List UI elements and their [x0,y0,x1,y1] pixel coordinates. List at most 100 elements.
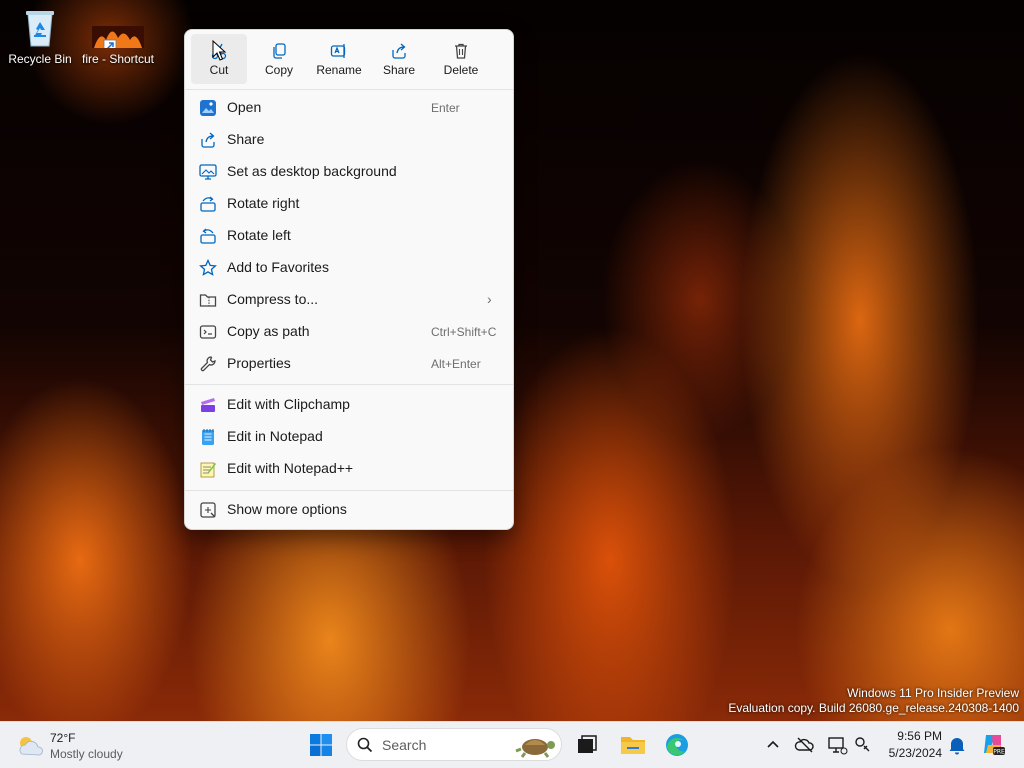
notepad-icon [202,429,214,445]
menu-item-edit-in-notepad[interactable]: Edit in Notepad [191,422,507,452]
clock-date: 5/23/2024 [888,746,942,760]
menu-item-label: Compress to... [227,291,319,307]
zip-folder-icon [199,294,217,307]
task-view-button[interactable] [572,730,602,760]
desktop-icon-label: Recycle Bin [8,52,72,66]
quick-actions-bar: Cut Copy Rename Share Delete [189,34,509,84]
menu-item-show-more-options[interactable]: Show more options [191,495,507,525]
file-explorer-button[interactable] [618,730,648,760]
menu-item-rotate-right[interactable]: Rotate right [191,189,507,219]
menu-item-label: Edit with Notepad++ [227,460,354,476]
chevron-up-icon [767,740,779,748]
copy-icon [273,43,286,59]
copy-button[interactable]: Copy [251,34,307,84]
menu-item-rotate-left[interactable]: Rotate left [191,221,507,251]
menu-item-label: Rotate right [227,195,300,211]
folder-icon [621,737,645,754]
share-icon [201,132,215,148]
wrench-icon [200,356,216,372]
network-icon [828,737,848,755]
clipchamp-icon [201,398,215,412]
watermark-line-2: Evaluation copy. Build 26080.ge_release.… [728,701,1019,715]
mouse-pointer-icon [212,40,227,61]
delete-label: Delete [443,63,479,77]
desktop-icon-recycle-bin[interactable]: Recycle Bin [4,6,76,66]
delete-button[interactable]: Delete [433,34,489,84]
share-icon [392,43,406,59]
show-hidden-icons-button[interactable] [762,734,784,756]
menu-item-shortcut: Alt+Enter [431,357,481,371]
windows-watermark: Windows 11 Pro Insider Preview Evaluatio… [728,686,1019,716]
clock-time: 9:56 PM [897,729,942,743]
copy-label: Copy [264,63,293,77]
copilot-button[interactable]: PRE [980,731,1006,757]
weather-temperature: 72°F [50,731,76,745]
weather-condition: Mostly cloudy [50,747,123,761]
taskbar-clock[interactable]: 9:56 PM 5/23/2024 [880,728,942,762]
share-button[interactable]: Share [371,34,427,84]
desktop-icon-fire-shortcut[interactable]: fire - Shortcut [78,6,158,66]
svg-text:PRE: PRE [993,749,1005,756]
cloudy-weather-icon [19,737,43,756]
menu-item-label: Properties [227,355,291,371]
photos-icon [200,100,216,116]
menu-item-label: Share [227,131,265,147]
notifications-button[interactable] [946,734,968,756]
cloud-offline-icon [794,737,814,753]
menu-item-compress-to[interactable]: Compress to... › [191,285,507,315]
menu-item-open[interactable]: Open Enter [191,93,507,123]
menu-divider [185,384,513,385]
menu-divider [185,490,513,491]
delete-icon [455,43,467,59]
menu-item-label: Edit with Clipchamp [227,396,350,412]
rotate-right-icon [200,196,216,212]
menu-divider [185,89,513,90]
menu-item-label: Add to Favorites [227,259,329,275]
menu-item-edit-with-notepad-plus-plus[interactable]: Edit with Notepad++ [191,454,507,484]
network-status[interactable] [826,734,848,756]
menu-item-label: Open [227,99,262,115]
menu-item-copy-as-path[interactable]: Copy as path Ctrl+Shift+C [191,317,507,347]
menu-item-label: Rotate left [227,227,291,243]
menu-item-label: Edit in Notepad [227,428,323,444]
share-label: Share [382,63,416,77]
menu-item-properties[interactable]: Properties Alt+Enter [191,349,507,379]
taskbar: 72°F Mostly cloudy Search 9:56 PM 5/23/2… [0,721,1024,768]
menu-item-shortcut: Ctrl+Shift+C [431,325,497,339]
weather-widget[interactable]: 72°F Mostly cloudy [14,728,144,764]
menu-item-label: Copy as path [227,323,310,339]
bell-icon [949,738,965,755]
copy-path-icon [199,325,217,339]
menu-item-shortcut: Enter [431,101,460,115]
weather-text: 72°F Mostly cloudy [50,730,123,762]
accessibility-settings-icon [855,737,870,752]
rename-icon [330,44,346,58]
menu-item-add-to-favorites[interactable]: Add to Favorites [191,253,507,283]
onedrive-status[interactable] [794,734,816,756]
notepad-plus-plus-icon [200,462,216,478]
desktop-background-icon [199,164,217,180]
menu-item-share[interactable]: Share [191,125,507,155]
recycle-bin-icon [20,6,60,48]
menu-item-set-desktop-background[interactable]: Set as desktop background [191,157,507,187]
search-placeholder: Search [382,737,427,753]
volume-status[interactable] [852,734,874,756]
taskbar-search-box[interactable]: Search [346,728,562,761]
menu-item-label: Set as desktop background [227,163,397,179]
task-view-icon [578,735,597,753]
start-button[interactable] [306,730,336,760]
menu-item-edit-with-clipchamp[interactable]: Edit with Clipchamp [191,390,507,420]
rename-label: Rename [316,63,362,77]
chevron-right-icon: › [487,291,492,307]
watermark-line-1: Windows 11 Pro Insider Preview [847,686,1019,700]
edge-icon [666,734,688,756]
search-highlight-turtle-icon [515,739,555,758]
windows-logo-icon [310,734,332,756]
more-options-icon [200,502,216,518]
search-icon [357,737,373,753]
copilot-icon: PRE [984,735,1005,756]
edge-browser-button[interactable] [662,730,692,760]
rename-button[interactable]: Rename [311,34,367,84]
menu-item-label: Show more options [227,501,347,517]
context-menu: Cut Copy Rename Share Delete Open Enter … [184,29,514,530]
